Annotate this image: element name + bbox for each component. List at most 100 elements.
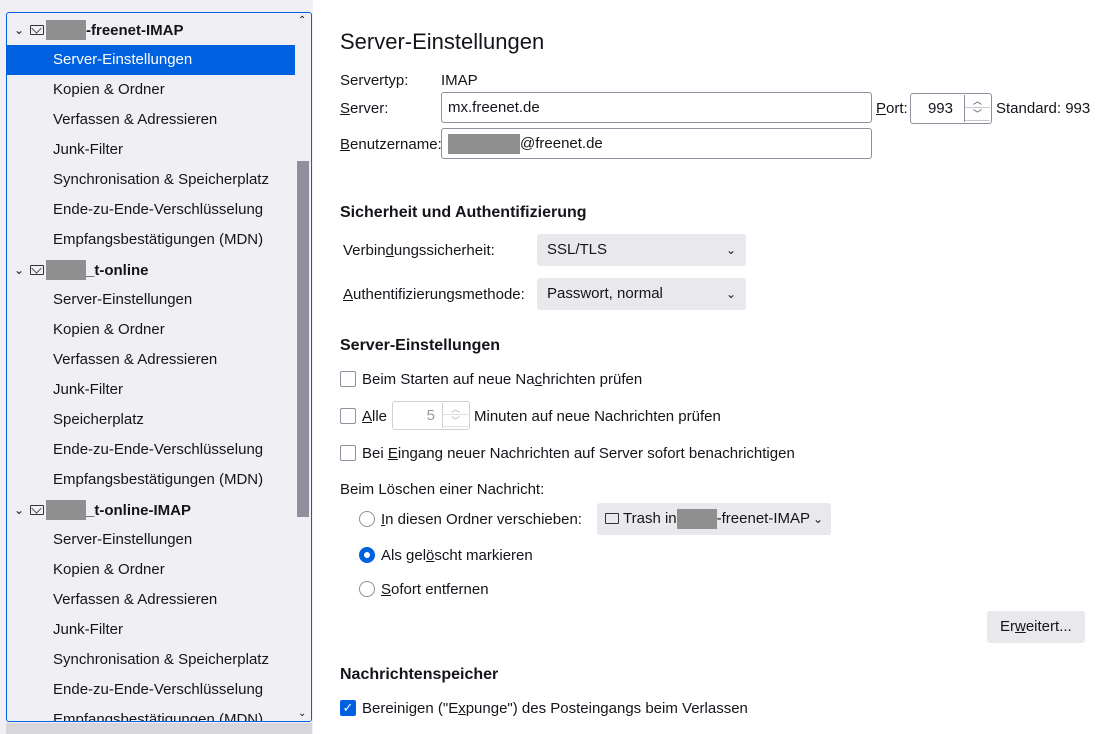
chevron-down-icon[interactable]: ⌄ <box>14 23 28 37</box>
scroll-up-icon[interactable]: ⌃ <box>298 15 306 26</box>
server-label: Server: <box>340 100 389 117</box>
spin-up-icon[interactable]: ︿ <box>965 95 990 108</box>
check-interval-spin-buttons: ︿ ﹀ <box>442 403 468 428</box>
advanced-button[interactable]: Erweitert... <box>987 611 1085 643</box>
tree-scrollbar-thumb[interactable] <box>297 161 309 517</box>
tree-horizontal-scrollbar[interactable] <box>6 723 312 734</box>
account-tree-list: ⌄ -freenet-IMAP Server-Einstellungen Kopien… <box>7 15 297 721</box>
delete-behavior-label: Beim Löschen einer Nachricht: <box>340 481 545 498</box>
account-subitem[interactable]: Ende-zu-Ende-Verschlüsselung <box>7 675 297 705</box>
account-subitem[interactable]: Ende-zu-Ende-Verschlüsselung <box>7 195 297 225</box>
account-subitem[interactable]: Junk-Filter <box>7 135 297 165</box>
mark-deleted-radio[interactable] <box>359 547 375 563</box>
spin-up-icon[interactable]: ︿ <box>443 403 468 415</box>
auth-method-select[interactable]: Passwort, normal ⌄ <box>537 278 746 310</box>
move-to-folder-label: In diesen Ordner verschieben: <box>381 511 582 528</box>
connection-security-label: Verbindungssicherheit: <box>343 242 495 259</box>
check-interval-value: 5 <box>426 407 435 424</box>
account-subitem[interactable]: Empfangsbestätigungen (MDN) <box>7 465 297 495</box>
account-subitem[interactable]: Junk-Filter <box>7 615 297 645</box>
move-to-folder-radio[interactable] <box>359 511 375 527</box>
account-subitem[interactable]: Verfassen & Adressieren <box>7 585 297 615</box>
account-subitem[interactable]: Junk-Filter <box>7 375 297 405</box>
account-subitem[interactable]: Synchronisation & Speicherplatz <box>7 645 297 675</box>
mail-icon <box>30 505 44 515</box>
check-interval-stepper[interactable]: 5 ︿ ﹀ <box>392 401 470 430</box>
account-row[interactable]: ⌄ _t-online-IMAP <box>7 495 297 525</box>
connection-security-value: SSL/TLS <box>547 241 608 258</box>
account-subitem[interactable]: Kopien & Ordner <box>7 555 297 585</box>
page-title: Server-Einstellungen <box>340 29 545 54</box>
check-on-start-checkbox[interactable] <box>340 371 356 387</box>
tree-scrollbar[interactable]: ⌃ ⌄ <box>295 13 311 721</box>
account-subitem[interactable]: Empfangsbestätigungen (MDN) <box>7 225 297 255</box>
port-stepper[interactable]: 993 ︿ ﹀ <box>910 93 992 124</box>
account-subitem[interactable]: Ende-zu-Ende-Verschlüsselung <box>7 435 297 465</box>
port-label: Port: <box>876 100 908 117</box>
account-row[interactable]: ⌄ -freenet-IMAP <box>7 15 297 45</box>
account-row[interactable]: ⌄ _t-online <box>7 255 297 285</box>
account-subitem[interactable]: Verfassen & Adressieren <box>7 345 297 375</box>
account-name-redacted <box>46 500 86 520</box>
account-subitem[interactable]: Verfassen & Adressieren <box>7 105 297 135</box>
account-name-redacted <box>46 20 86 40</box>
chevron-down-icon[interactable]: ⌄ <box>14 503 28 517</box>
account-name-redacted <box>46 260 86 280</box>
check-every-suffix: Minuten auf neue Nachrichten prüfen <box>474 408 721 425</box>
remove-immediately-radio[interactable] <box>359 581 375 597</box>
notify-immediately-checkbox[interactable] <box>340 445 356 461</box>
server-label-rest: erver: <box>350 100 389 117</box>
server-settings-heading: Server-Einstellungen <box>340 337 501 354</box>
auth-method-label: Authentifizierungsmethode: <box>343 286 525 303</box>
servertyp-label: Servertyp: <box>340 72 409 89</box>
port-spin-buttons: ︿ ﹀ <box>964 95 990 122</box>
folder-prefix: Trash in <box>623 510 677 527</box>
account-subitem[interactable]: Synchronisation & Speicherplatz <box>7 165 297 195</box>
spin-down-icon[interactable]: ﹀ <box>443 415 468 427</box>
port-default-text: Standard: 993 <box>996 100 1091 117</box>
mail-icon <box>30 25 44 35</box>
auth-method-value: Passwort, normal <box>547 285 663 302</box>
notify-immediately-label: Bei Eingang neuer Nachrichten auf Server… <box>362 445 795 462</box>
chevron-down-icon: ⌄ <box>813 512 824 526</box>
account-subitem[interactable]: Kopien & Ordner <box>7 75 297 105</box>
account-subitem[interactable]: Server-Einstellungen <box>7 285 297 315</box>
username-label: Benutzername: <box>340 136 442 153</box>
folder-suffix: -freenet-IMAP <box>716 510 811 527</box>
account-subitem[interactable]: Server-Einstellungen <box>7 525 297 555</box>
mark-deleted-label: Als gelöscht markieren <box>381 547 533 564</box>
remove-immediately-label: Sofort entfernen <box>381 581 489 598</box>
storage-heading: Nachrichtenspeicher <box>340 666 499 683</box>
username-input[interactable]: @freenet.de <box>441 128 872 159</box>
security-heading: Sicherheit und Authentifizierung <box>340 204 587 221</box>
trash-folder-picker[interactable]: Trash in -freenet-IMAP ⌄ <box>597 503 831 535</box>
account-name: _t-online <box>86 261 149 279</box>
spin-down-icon[interactable]: ﹀ <box>965 108 990 121</box>
folder-icon <box>605 513 619 524</box>
username-redacted <box>448 134 520 155</box>
username-suffix: @freenet.de <box>520 135 603 152</box>
checkmark-icon: ✓ <box>342 700 354 715</box>
account-subitem[interactable]: Empfangsbestätigungen (MDN) <box>7 705 297 721</box>
account-name: -freenet-IMAP <box>86 21 184 39</box>
check-on-start-label: Beim Starten auf neue Nachrichten prüfen <box>362 371 643 388</box>
servertyp-value: IMAP <box>441 72 478 89</box>
account-subitem[interactable]: Speicherplatz <box>7 405 297 435</box>
check-every-prefix: Alle <box>362 408 388 425</box>
expunge-label: Bereinigen ("Expunge") des Posteingangs … <box>362 700 748 717</box>
folder-redacted <box>676 509 717 530</box>
port-value: 993 <box>927 100 953 117</box>
account-tree[interactable]: ⌄ -freenet-IMAP Server-Einstellungen Kopien… <box>6 12 312 722</box>
expunge-checkbox[interactable]: ✓ <box>340 700 356 716</box>
server-input[interactable]: mx.freenet.de <box>441 92 872 123</box>
mail-icon <box>30 265 44 275</box>
check-every-checkbox[interactable] <box>340 408 356 424</box>
chevron-down-icon: ⌄ <box>725 287 736 301</box>
connection-security-select[interactable]: SSL/TLS ⌄ <box>537 234 746 266</box>
chevron-down-icon[interactable]: ⌄ <box>14 263 28 277</box>
scroll-down-icon[interactable]: ⌄ <box>298 708 306 719</box>
account-subitem[interactable]: Kopien & Ordner <box>7 315 297 345</box>
chevron-down-icon: ⌄ <box>725 243 736 257</box>
account-name: _t-online-IMAP <box>86 501 191 519</box>
account-subitem[interactable]: Server-Einstellungen <box>7 45 297 75</box>
